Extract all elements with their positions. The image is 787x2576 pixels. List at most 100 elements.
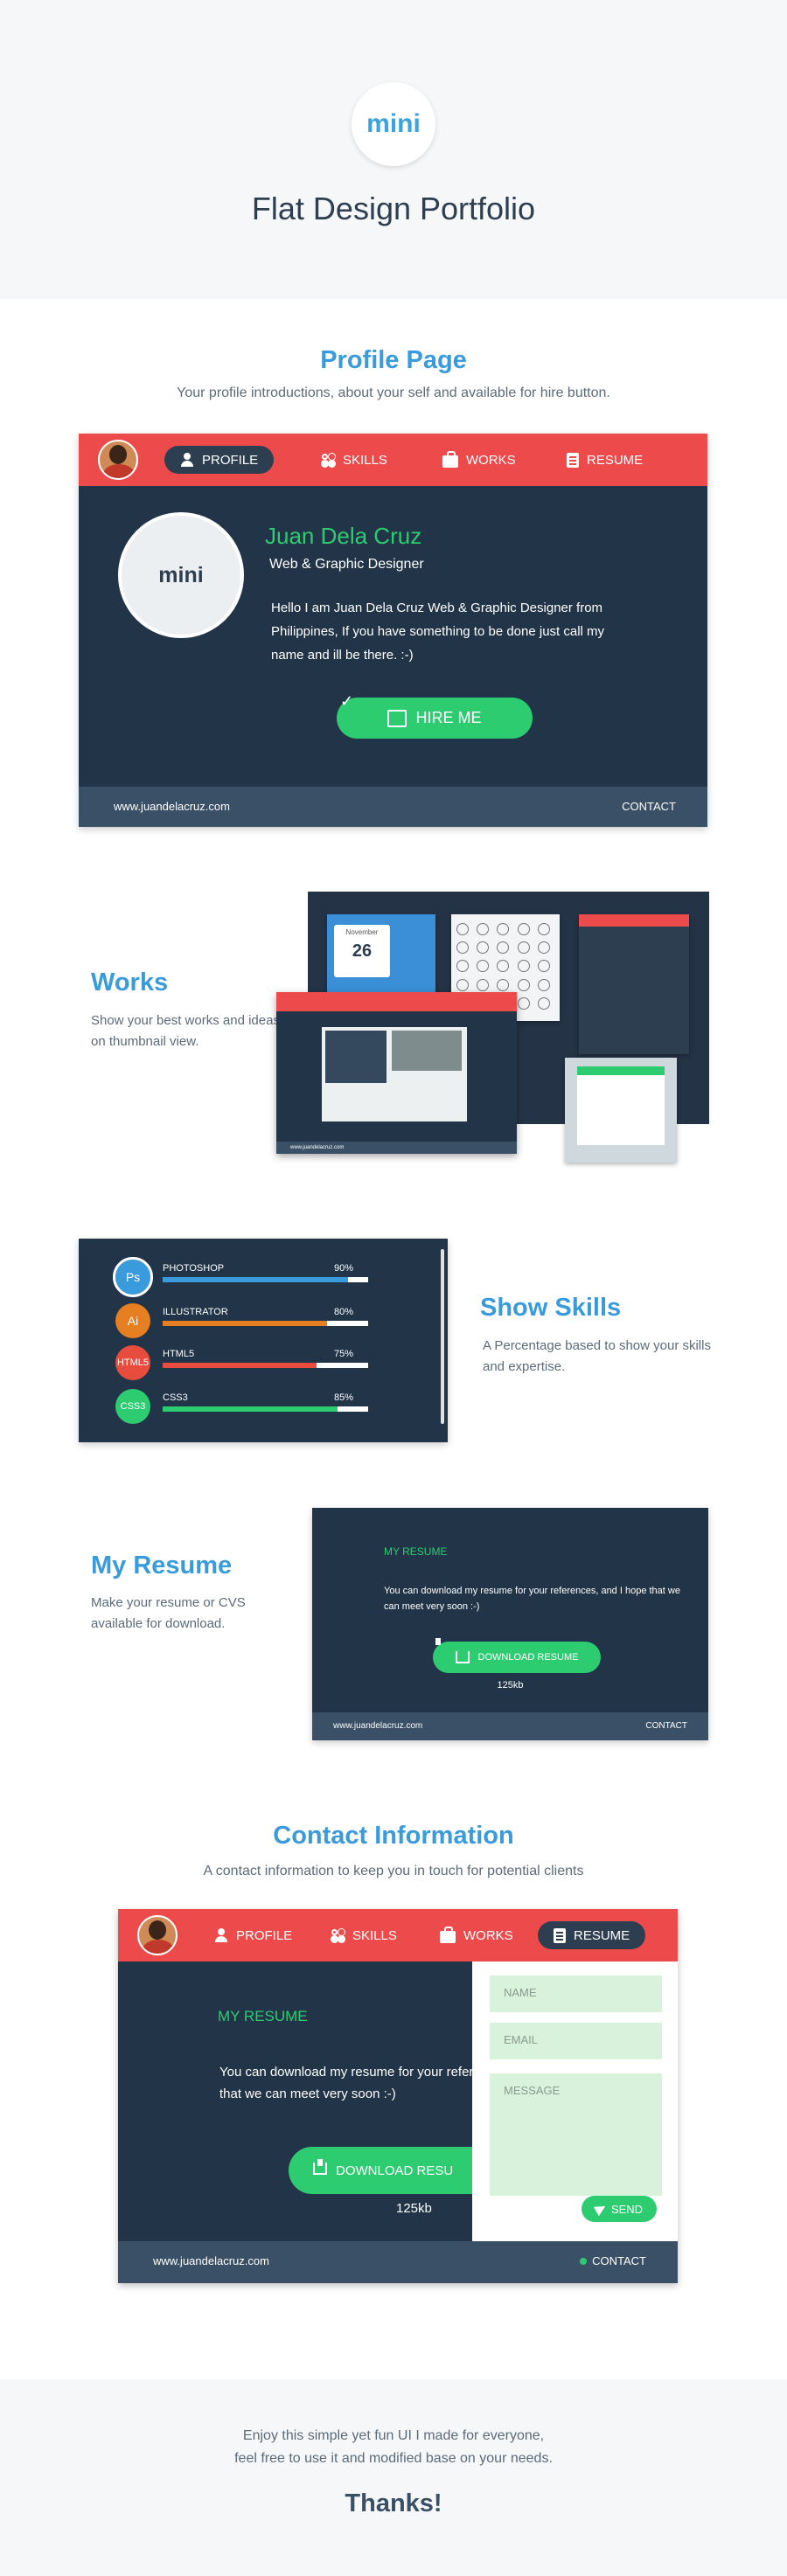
hero-header: mini Flat Design Portfolio — [0, 0, 787, 299]
send-label: SEND — [610, 2202, 644, 2216]
skills-icon — [331, 1928, 338, 1935]
skills-section-subtitle: A Percentage based to show your skills a… — [483, 1338, 711, 1374]
skill-name: HTML5 — [163, 1349, 195, 1359]
resume-section-subtitle: Make your resume or CVS available for do… — [91, 1595, 246, 1631]
download-resume-label: DOWNLOAD RESUME — [477, 1652, 579, 1663]
avatar[interactable] — [98, 440, 138, 480]
profile-name: Juan Dela Cruz — [265, 523, 422, 549]
skill-bar-fill — [163, 1406, 338, 1412]
works-mockup: November 26 www.juandelacruz.com — [276, 892, 709, 1163]
skill-row: HTML5 HTML5 75% — [115, 1344, 378, 1380]
skill-bar — [163, 1321, 368, 1326]
footer-url-link[interactable]: www.juandelacruz.com — [153, 2254, 269, 2267]
skill-bar — [163, 1363, 368, 1368]
message-field[interactable]: MESSAGE — [490, 2073, 662, 2196]
tab-skills-label: SKILLS — [352, 1927, 397, 1943]
skill-bar-fill — [163, 1277, 348, 1282]
footer-contact-link[interactable]: CONTACT — [580, 2254, 646, 2267]
skill-name: PHOTOSHOP — [163, 1263, 225, 1274]
footer-url-link[interactable]: www.juandelacruz.com — [114, 800, 230, 813]
tab-works[interactable]: WORKS — [424, 1921, 529, 1949]
calendar-widget: November 26 — [334, 925, 390, 977]
tab-resume[interactable]: RESUME — [551, 446, 658, 474]
tab-profile-label: PROFILE — [236, 1927, 293, 1943]
resume-card-text: You can download my resume for your refe… — [219, 2061, 482, 2105]
skills-section-title: Show Skills — [480, 1294, 622, 1322]
mini-screenshot — [322, 1027, 467, 1121]
resume-footer: www.juandelacruz.com CONTACT — [312, 1712, 708, 1740]
profile-role: Web & Graphic Designer — [269, 557, 424, 572]
tab-profile[interactable]: PROFILE — [164, 446, 275, 474]
profile-section-subtitle: Your profile introductions, about your s… — [177, 385, 610, 400]
tab-works[interactable]: WORKS — [427, 446, 532, 474]
website-thumbnail[interactable]: www.juandelacruz.com — [276, 992, 517, 1154]
avatar[interactable] — [137, 1915, 178, 1955]
send-button[interactable]: SEND — [582, 2196, 657, 2222]
closing-message: Enjoy this simple yet fun UI I made for … — [0, 2425, 787, 2470]
closing-section: Enjoy this simple yet fun UI I made for … — [0, 2379, 787, 2576]
footer-contact-link[interactable]: CONTACT — [645, 1721, 687, 1731]
scrollbar[interactable] — [441, 1249, 444, 1424]
skill-badge[interactable]: HTML5 — [115, 1345, 150, 1380]
footer-url-link[interactable]: www.juandelacruz.com — [333, 1721, 422, 1731]
download-icon — [313, 2159, 327, 2175]
skills-icon — [322, 453, 328, 460]
chat-thumbnail[interactable] — [579, 914, 689, 1054]
briefcase-icon — [440, 1926, 456, 1943]
skill-badge[interactable]: Ps — [113, 1257, 153, 1297]
thanks-heading: Thanks! — [345, 2489, 442, 2517]
download-resume-label: DOWNLOAD RESU — [336, 2163, 454, 2178]
resume-card-title: MY RESUME — [384, 1545, 448, 1558]
skill-badge[interactable]: CSS3 — [115, 1389, 150, 1424]
contact-footer: www.juandelacruz.com CONTACT — [118, 2241, 678, 2283]
document-icon — [567, 452, 579, 468]
mockup-nav: PROFILE SKILLS WORKS RESUME — [79, 434, 707, 486]
resume-section-title: My Resume — [91, 1552, 233, 1580]
file-size: 125kb — [497, 1680, 524, 1691]
user-icon — [214, 1928, 228, 1942]
page-title: Flat Design Portfolio — [251, 191, 536, 226]
skill-name: ILLUSTRATOR — [163, 1307, 228, 1317]
tab-skills-label: SKILLS — [343, 452, 387, 468]
resume-card-title: MY RESUME — [218, 2008, 308, 2024]
works-section-title: Works — [91, 969, 169, 996]
tab-resume[interactable]: RESUME — [538, 1921, 646, 1949]
profile-section-title: Profile Page — [320, 346, 467, 374]
skill-bar-fill — [163, 1363, 317, 1368]
profile-bio: Hello I am Juan Dela Cruz Web & Graphic … — [271, 601, 605, 663]
footer-contact-link[interactable]: CONTACT — [622, 800, 676, 813]
resume-card-text-line-1: You can download my resume for your refe… — [219, 2065, 474, 2080]
name-field[interactable]: NAME — [490, 1975, 662, 2012]
mini-nav — [276, 992, 517, 1011]
tab-profile[interactable]: PROFILE — [198, 1921, 308, 1949]
skill-percent: 90% — [334, 1263, 354, 1274]
skill-percent: 80% — [334, 1307, 354, 1317]
hire-me-button[interactable]: HIRE ME — [337, 698, 533, 739]
contact-mockup: PROFILE SKILLS WORKS RESUME MY RESUME Yo… — [118, 1909, 678, 2283]
logo: mini — [352, 82, 435, 166]
skill-badge[interactable]: Ai — [115, 1303, 150, 1338]
email-field[interactable]: EMAIL — [490, 2023, 662, 2059]
contact-section-title: Contact Information — [273, 1822, 514, 1850]
mockup-nav: PROFILE SKILLS WORKS RESUME — [118, 1909, 678, 1962]
skill-bar — [163, 1406, 368, 1412]
tab-works-label: WORKS — [463, 1927, 513, 1943]
skills-mockup: Ps PHOTOSHOP 90% Ai ILLUSTRATOR 80% HTML5 HTML5… — [79, 1239, 448, 1442]
tab-profile-label: PROFILE — [202, 452, 259, 468]
calendar-thumbnail[interactable]: November 26 — [327, 914, 435, 1002]
tab-skills[interactable]: SKILLS — [306, 446, 403, 474]
briefcase-icon — [442, 450, 458, 468]
skill-percent: 85% — [334, 1392, 354, 1403]
skill-percent: 75% — [334, 1349, 354, 1359]
status-dot — [580, 2258, 588, 2265]
closing-line-1: Enjoy this simple yet fun UI I made for … — [242, 2428, 545, 2443]
message-thumbnail[interactable] — [565, 1058, 677, 1163]
edit-check-icon — [387, 709, 407, 727]
document-icon — [554, 1927, 566, 1943]
tab-skills[interactable]: SKILLS — [316, 1921, 413, 1949]
download-resume-button[interactable]: DOWNLOAD RESUME — [433, 1642, 601, 1673]
skill-row: Ai ILLUSTRATOR 80% — [115, 1302, 378, 1338]
skill-row: Ps PHOTOSHOP 90% — [113, 1257, 378, 1297]
hire-me-label: HIRE ME — [415, 709, 482, 726]
mini-footer: www.juandelacruz.com — [276, 1142, 517, 1154]
